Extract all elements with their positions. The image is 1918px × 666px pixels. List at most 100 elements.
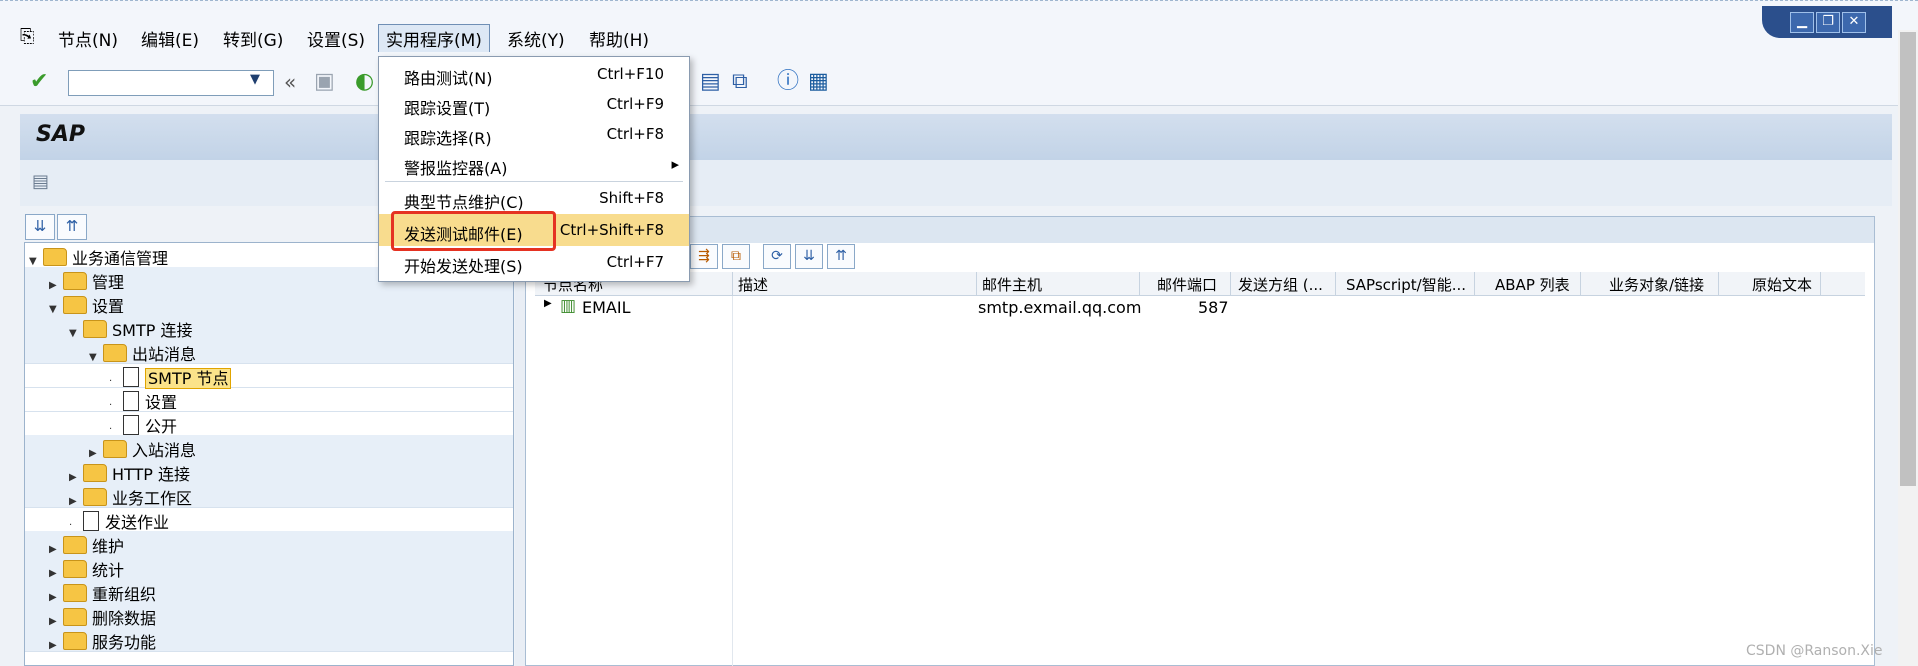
application-toolbar: [20, 160, 1892, 206]
folder-icon: [63, 536, 87, 554]
tree-label: 维护: [92, 537, 125, 556]
tree-node[interactable]: · 公开: [109, 413, 177, 437]
menu-item-route-test[interactable]: 路由测试(N) Ctrl+F10: [379, 59, 689, 89]
folder-icon: [63, 560, 87, 578]
tree-node[interactable]: ▼ 出站消息: [89, 341, 196, 365]
command-field[interactable]: [68, 70, 274, 96]
expand-all-icon[interactable]: ⇊: [25, 214, 55, 240]
enter-check-icon[interactable]: ✔: [30, 70, 48, 94]
column-divider: [1820, 272, 1821, 296]
restore-icon[interactable]: ❐: [1816, 12, 1840, 33]
pane-splitter[interactable]: [515, 242, 525, 666]
menu-item-alert-monitor[interactable]: 警报监控器(A) ▸: [379, 149, 689, 179]
close-icon[interactable]: ✕: [1842, 12, 1866, 33]
column-header-business-object[interactable]: 业务对象/链接: [1609, 274, 1704, 295]
menu-settings[interactable]: 设置(S): [307, 26, 365, 51]
cell-node: EMAIL: [582, 298, 631, 317]
refresh-icon[interactable]: ⟳: [763, 244, 791, 269]
column-header-raw-text[interactable]: 原始文本: [1752, 274, 1812, 295]
tree-row: ▶ 业务工作区: [25, 483, 513, 508]
column-header-abap-list[interactable]: ABAP 列表: [1495, 274, 1570, 295]
menu-item-trace-settings[interactable]: 跟踪设置(T) Ctrl+F9: [379, 89, 689, 119]
new-session-icon[interactable]: ▤: [700, 70, 721, 94]
column-header-description[interactable]: 描述: [738, 274, 768, 295]
menu-edit[interactable]: 编辑(E): [141, 26, 199, 51]
annotation-highlight-box: [391, 211, 556, 251]
panel-header: [526, 217, 1874, 243]
display-list-icon[interactable]: ▤: [32, 170, 49, 194]
menu-bar: [0, 0, 1918, 52]
tree-node[interactable]: ▶ 删除数据: [49, 605, 156, 629]
shortcut-icon[interactable]: ⧉: [732, 70, 748, 94]
back-icon[interactable]: ◐: [355, 70, 374, 94]
menu-system[interactable]: 系统(Y): [507, 26, 565, 51]
folder-icon: [63, 584, 87, 602]
cell-port: 587: [1198, 298, 1229, 317]
menu-goto[interactable]: 转到(G): [223, 26, 283, 51]
save-icon[interactable]: ▣: [314, 70, 335, 94]
tree-node[interactable]: · 发送作业: [69, 509, 169, 533]
tree-label: 业务工作区: [112, 489, 193, 508]
node-action-icon[interactable]: ⇶: [690, 244, 718, 269]
tree-label: 设置: [92, 297, 125, 316]
folder-open-icon: [83, 320, 107, 338]
copy-icon[interactable]: ⧉: [722, 244, 750, 269]
menu-help[interactable]: 帮助(H): [589, 26, 649, 51]
window-controls: ▁ ❐ ✕: [1762, 6, 1892, 38]
tree-node[interactable]: ▶ 维护: [49, 533, 124, 557]
column-divider: [1718, 272, 1719, 296]
column-header-mail-port[interactable]: 邮件端口: [1157, 274, 1217, 295]
tree-node[interactable]: ▶ 入站消息: [89, 437, 196, 461]
folder-icon: [63, 272, 87, 290]
tree-node[interactable]: ▶ HTTP 连接: [69, 461, 190, 485]
menu-item-trace-selection[interactable]: 跟踪选择(R) Ctrl+F8: [379, 119, 689, 149]
column-header-mail-host[interactable]: 邮件主机: [982, 274, 1042, 295]
menu-item-shortcut: Ctrl+F9: [606, 95, 664, 113]
tree-label: 发送作业: [105, 513, 170, 532]
expand-icon[interactable]: ⇊: [795, 244, 823, 269]
grid-column-line: [732, 296, 733, 666]
tree-node[interactable]: ▶ 重新组织: [49, 581, 156, 605]
tree-node[interactable]: ▼ 设置: [49, 293, 124, 317]
menu-item-label: 跟踪选择(R): [404, 129, 492, 148]
menu-utilities[interactable]: 实用程序(M): [378, 24, 490, 53]
tree-label: 管理: [92, 273, 125, 292]
tree-node-selected[interactable]: · SMTP 节点: [109, 365, 232, 389]
tree-label: 服务功能: [92, 633, 157, 652]
tree-label: 重新组织: [92, 585, 157, 604]
chevron-down-icon[interactable]: ▼: [250, 72, 260, 87]
collapse-icon[interactable]: ⇈: [827, 244, 855, 269]
tree-node[interactable]: ▼ 业务通信管理: [29, 245, 168, 269]
column-header-sender-group[interactable]: 发送方组 (...: [1238, 274, 1323, 295]
document-icon: [123, 415, 139, 435]
tree-row: · 公开: [25, 411, 513, 436]
minimize-icon[interactable]: ▁: [1790, 12, 1814, 33]
navigation-tree: ▼ 业务通信管理 ▶ 管理 ▼ 设置 ▼ SMTP 连接 ▼ 出站消息 · SMTP 节点 …: [24, 242, 514, 666]
tree-node[interactable]: ▶ 业务工作区: [69, 485, 192, 509]
tree-node[interactable]: · 设置: [109, 389, 177, 413]
folder-icon: [63, 608, 87, 626]
tree-node[interactable]: ▶ 管理: [49, 269, 124, 293]
double-chevron-left-icon[interactable]: «: [284, 70, 296, 94]
tree-row: ▶ 删除数据: [25, 603, 513, 628]
tree-row: ▶ 服务功能: [25, 627, 513, 652]
window-menu-icon[interactable]: ⎘: [20, 26, 34, 47]
scrollbar-thumb[interactable]: [1900, 32, 1916, 486]
menu-item-typical-node-maintenance[interactable]: 典型节点维护(C) Shift+F8: [379, 183, 689, 213]
menu-node[interactable]: 节点(N): [58, 26, 118, 51]
column-divider: [732, 272, 733, 296]
row-caret-icon[interactable]: ▶: [544, 298, 552, 309]
tree-node[interactable]: ▶ 服务功能: [49, 629, 156, 653]
tree-node[interactable]: ▼ SMTP 连接: [69, 317, 192, 341]
help-icon[interactable]: ⓘ: [777, 70, 799, 94]
submenu-arrow-icon: ▸: [671, 155, 679, 173]
folder-icon: [83, 464, 107, 482]
tree-label: 公开: [145, 417, 178, 436]
column-header-sapscript[interactable]: SAPscript/智能...: [1346, 274, 1466, 295]
tree-row: · 设置: [25, 387, 513, 412]
layout-menu-icon[interactable]: ▦: [808, 70, 829, 94]
tree-node[interactable]: ▶ 统计: [49, 557, 124, 581]
collapse-all-icon[interactable]: ⇈: [57, 214, 87, 240]
menu-item-start-send-process[interactable]: 开始发送处理(S) Ctrl+F7: [379, 247, 689, 277]
table-row[interactable]: ▶ ▥ EMAIL smtp.exmail.qq.com 587: [536, 296, 1866, 320]
